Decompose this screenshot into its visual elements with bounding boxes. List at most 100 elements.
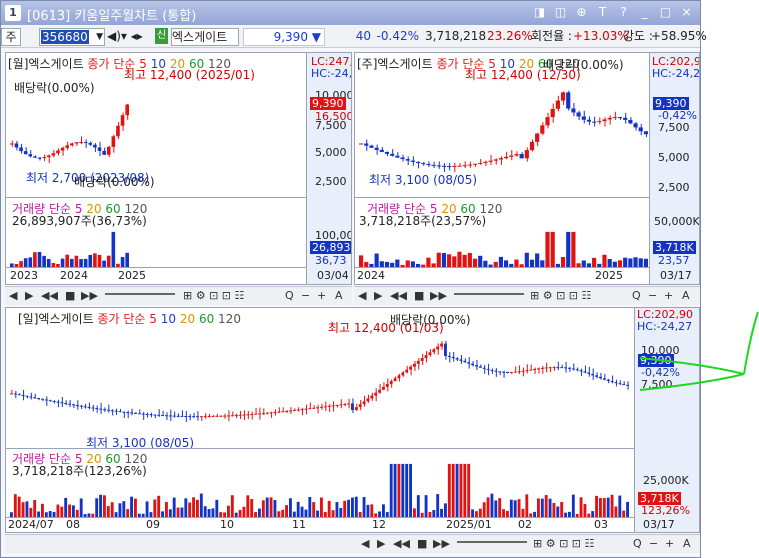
monthly-divider bbox=[6, 197, 306, 198]
zoom-out-button[interactable]: − bbox=[648, 289, 657, 302]
daily-xlabel-9: 03 bbox=[594, 518, 608, 531]
settings-icons[interactable]: ⊞ ⚙ ⊡ ⊡ ☷ bbox=[530, 289, 591, 302]
zoom-icon[interactable]: Q bbox=[632, 289, 641, 302]
font-button[interactable]: A bbox=[683, 537, 691, 550]
volume-bar bbox=[405, 463, 409, 517]
stock-name[interactable]: 엑스게이트 bbox=[171, 28, 239, 46]
minimize-button[interactable]: _ bbox=[637, 5, 652, 20]
link-icon[interactable]: ◨ bbox=[532, 5, 547, 20]
volume-bar bbox=[633, 257, 638, 267]
zoom-slider[interactable] bbox=[105, 293, 175, 295]
scroll-left-button[interactable]: ◀ bbox=[361, 537, 369, 550]
volume-bar bbox=[176, 507, 180, 517]
font-button[interactable]: A bbox=[335, 289, 343, 302]
candle-body bbox=[583, 371, 587, 373]
text-icon[interactable]: T bbox=[595, 5, 610, 20]
chevron-down-icon[interactable]: ▼ bbox=[96, 29, 103, 46]
rewind-button[interactable]: ◀◀ bbox=[393, 537, 410, 550]
monthly-chart-panel[interactable]: [월]엑스게이트 종가 단순 5 10 20 60 120 최고 12,400 … bbox=[5, 52, 352, 285]
stock-code-input[interactable]: 356680 ▼ bbox=[39, 28, 105, 46]
zoom-slider[interactable] bbox=[457, 541, 527, 543]
candle-body bbox=[431, 164, 436, 166]
close-button[interactable]: × bbox=[679, 5, 694, 20]
maximize-button[interactable]: □ bbox=[658, 5, 673, 20]
daily-hc: HC:-24,27 bbox=[637, 320, 693, 333]
stop-button[interactable]: ■ bbox=[417, 537, 427, 550]
candle-body bbox=[130, 412, 133, 414]
candle-body bbox=[597, 121, 602, 123]
fast-forward-button[interactable]: ▶▶ bbox=[81, 289, 98, 302]
daily-ma120: 120 bbox=[218, 312, 241, 326]
volume-bar bbox=[79, 498, 83, 517]
scroll-right-button[interactable]: ▶ bbox=[377, 537, 385, 550]
pin-icon[interactable]: ⊕ bbox=[574, 5, 589, 20]
volume-bar bbox=[504, 260, 509, 267]
zoom-icon[interactable]: Q bbox=[633, 537, 642, 550]
zoom-out-button[interactable]: − bbox=[649, 537, 658, 550]
candle-body bbox=[110, 410, 114, 412]
zoom-in-button[interactable]: + bbox=[665, 537, 674, 550]
stop-button[interactable]: ■ bbox=[65, 289, 75, 302]
zoom-out-button[interactable]: − bbox=[301, 289, 310, 302]
fast-forward-button[interactable]: ▶▶ bbox=[430, 289, 447, 302]
turnover-value: +13.03% bbox=[573, 29, 629, 43]
volume-bar bbox=[60, 258, 65, 267]
volume-bar bbox=[602, 498, 606, 517]
candle-body bbox=[610, 380, 614, 383]
title-bar: 1 [0613] 키움일주월차트 (통합) ◨ ◫ ⊕ T ? _ □ × bbox=[1, 1, 700, 25]
scroll-right-button[interactable]: ▶ bbox=[374, 289, 382, 302]
scroll-right-button[interactable]: ▶ bbox=[25, 289, 33, 302]
weekly-vol-value: 3,718,218주(23,57%) bbox=[359, 214, 487, 228]
help-icon[interactable]: ? bbox=[616, 5, 631, 20]
weekly-chart-panel[interactable]: [주]엑스게이트 종가 단순 5 10 20 60 120 최고 12,400 … bbox=[354, 52, 700, 285]
settings-icons[interactable]: ⊞ ⚙ ⊡ ⊡ ☷ bbox=[183, 289, 244, 302]
candle-body bbox=[472, 163, 478, 165]
zoom-slider[interactable] bbox=[454, 293, 524, 295]
candle-body bbox=[125, 104, 129, 116]
monthly-nav-bar: ◀ ▶ ◀◀ ■ ▶▶ ⊞ ⚙ ⊡ ⊡ ☷ Q − + A bbox=[5, 286, 352, 305]
volume-bar bbox=[471, 509, 474, 517]
volume-bar bbox=[354, 496, 358, 517]
candle-body bbox=[184, 415, 188, 417]
settings-icons[interactable]: ⊞ ⚙ ⊡ ⊡ ☷ bbox=[533, 537, 594, 550]
weekly-xlabel-2: 2025 bbox=[595, 269, 623, 282]
stop-button[interactable]: ■ bbox=[414, 289, 424, 302]
daily-ma-label: 종가 단순 bbox=[97, 312, 146, 326]
daily-ma20: 20 bbox=[179, 312, 196, 326]
volume-bar bbox=[579, 497, 583, 517]
volume-bar bbox=[550, 231, 555, 267]
daily-chart-panel[interactable]: [일]엑스게이트 종가 단순 5 10 20 60 120 최고 12,400 … bbox=[5, 307, 700, 533]
zoom-icon[interactable]: Q bbox=[285, 289, 294, 302]
volume-bar bbox=[366, 504, 370, 517]
scroll-left-button[interactable]: ◀ bbox=[358, 289, 366, 302]
candle-body bbox=[623, 117, 628, 120]
period-select[interactable]: 주 bbox=[1, 28, 21, 46]
copy-icon[interactable]: ◫ bbox=[553, 5, 568, 20]
rewind-button[interactable]: ◀◀ bbox=[390, 289, 407, 302]
monthly-hc: HC:-24,2 bbox=[311, 67, 352, 80]
zoom-in-button[interactable]: + bbox=[664, 289, 673, 302]
fast-forward-button[interactable]: ▶▶ bbox=[433, 537, 450, 550]
candle-body bbox=[420, 358, 424, 361]
candle-body bbox=[331, 405, 335, 407]
volume-bar bbox=[452, 256, 457, 267]
candle-body bbox=[462, 165, 467, 167]
candle-body bbox=[126, 412, 130, 414]
candle-body bbox=[416, 360, 420, 364]
font-button[interactable]: A bbox=[682, 289, 690, 302]
candle-body bbox=[273, 412, 277, 414]
volume-bar bbox=[467, 253, 472, 267]
candle-body bbox=[606, 379, 610, 381]
candle-body bbox=[25, 395, 29, 397]
daily-xlabel-5: 11 bbox=[292, 518, 306, 531]
rewind-button[interactable]: ◀◀ bbox=[41, 289, 58, 302]
candle-body bbox=[48, 400, 52, 402]
zoom-in-button[interactable]: + bbox=[317, 289, 326, 302]
volume-bar bbox=[424, 495, 428, 517]
price-change: 40 bbox=[355, 29, 371, 43]
candle-body bbox=[327, 405, 331, 407]
sound-icon[interactable]: ◀)▾ ◂▸ bbox=[107, 28, 151, 46]
volume-bar bbox=[548, 498, 552, 517]
volume-bar bbox=[370, 504, 374, 517]
scroll-left-button[interactable]: ◀ bbox=[9, 289, 17, 302]
